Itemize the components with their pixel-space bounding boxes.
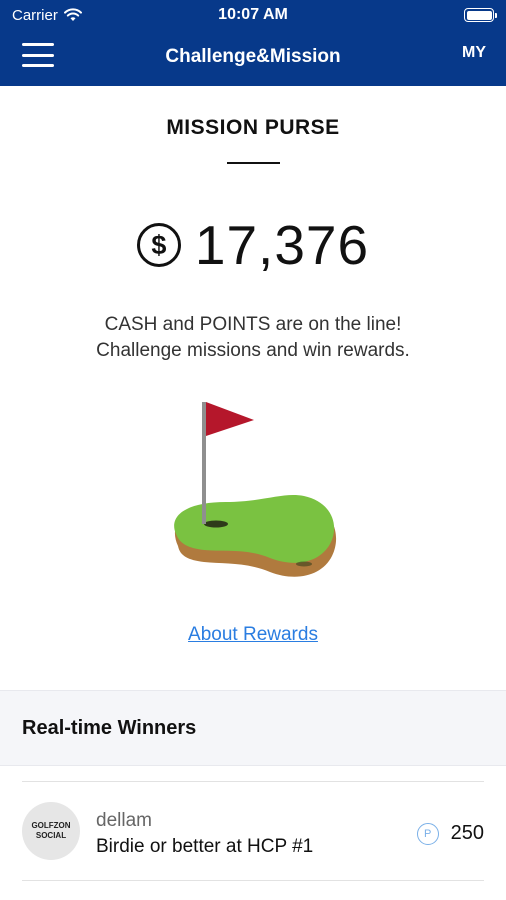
mission-purse-title: MISSION PURSE [166, 116, 340, 139]
nav-bar: Challenge&Mission MY [0, 30, 506, 86]
purse-amount: 17,376 [194, 214, 370, 276]
wifi-icon [63, 8, 82, 21]
avatar-text-line2: SOCIAL [35, 831, 67, 840]
winners-title: Real-time Winners [22, 717, 197, 739]
purse-description-line2: Challenge missions and win rewards. [96, 340, 410, 361]
dollar-circle-icon: $ [136, 223, 181, 267]
winner-row[interactable]: GOLFZON SOCIAL dellam Birdie or better a… [22, 781, 484, 881]
purse-description: CASH and POINTS are on the line! Challen… [0, 312, 506, 364]
battery-icon [464, 8, 497, 22]
winner-points: P 250 [416, 822, 484, 845]
purse-description-line1: CASH and POINTS are on the line! [104, 314, 402, 335]
about-rewards-link[interactable]: About Rewards [0, 624, 506, 646]
my-button[interactable]: MY [462, 44, 486, 62]
title-divider [227, 162, 280, 164]
carrier-label: Carrier [12, 6, 58, 24]
points-value: 250 [450, 822, 484, 844]
winners-section-header: Real-time Winners [0, 690, 506, 766]
avatar: GOLFZON SOCIAL [22, 802, 80, 860]
points-icon: P [416, 822, 439, 845]
status-bar: Carrier 10:07 AM [0, 0, 506, 30]
avatar-text-line1: GOLFZON [31, 821, 71, 830]
status-left: Carrier [12, 7, 82, 24]
winner-mission: Birdie or better at HCP #1 [96, 836, 314, 857]
golf-flag-green-illustration [174, 402, 337, 577]
winner-name: dellam [96, 810, 152, 831]
purse-amount-row: $ 17,376 [0, 212, 506, 278]
page-title: Challenge&Mission [165, 46, 341, 67]
